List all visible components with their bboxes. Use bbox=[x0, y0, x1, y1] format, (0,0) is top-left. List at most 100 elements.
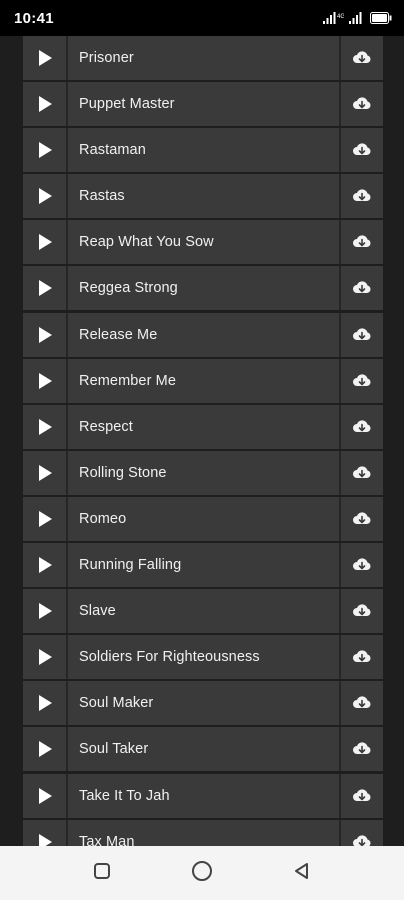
song-row[interactable]: Soul Maker bbox=[23, 681, 383, 726]
play-icon bbox=[37, 694, 53, 712]
download-button[interactable] bbox=[341, 220, 383, 264]
download-button[interactable] bbox=[341, 313, 383, 357]
play-icon bbox=[37, 141, 53, 159]
song-row[interactable]: Rastaman bbox=[23, 128, 383, 173]
play-icon bbox=[37, 464, 53, 482]
cloud-download-icon bbox=[352, 188, 372, 204]
recents-button[interactable] bbox=[52, 846, 152, 900]
cloud-download-icon bbox=[352, 511, 372, 527]
download-button[interactable] bbox=[341, 405, 383, 449]
play-button[interactable] bbox=[23, 496, 68, 541]
song-row[interactable]: Soldiers For Righteousness bbox=[23, 635, 383, 680]
play-button[interactable] bbox=[23, 773, 68, 818]
play-button[interactable] bbox=[23, 589, 68, 634]
song-title[interactable]: Soldiers For Righteousness bbox=[68, 635, 341, 680]
song-title[interactable]: Running Falling bbox=[68, 543, 341, 588]
play-icon bbox=[37, 648, 53, 666]
play-button[interactable] bbox=[23, 358, 68, 403]
cloud-download-icon bbox=[352, 373, 372, 389]
song-row[interactable]: Slave bbox=[23, 589, 383, 634]
cloud-download-icon bbox=[352, 96, 372, 112]
signal-icon bbox=[348, 11, 366, 25]
cloud-download-icon bbox=[352, 834, 372, 846]
svg-text:4G: 4G bbox=[337, 14, 344, 20]
song-row[interactable]: Romeo bbox=[23, 496, 383, 541]
download-button[interactable] bbox=[341, 820, 383, 846]
play-button[interactable] bbox=[23, 220, 68, 265]
download-button[interactable] bbox=[341, 589, 383, 633]
status-time: 10:41 bbox=[14, 9, 54, 27]
song-title[interactable]: Soul Maker bbox=[68, 681, 341, 726]
song-title[interactable]: Reap What You Sow bbox=[68, 220, 341, 265]
play-button[interactable] bbox=[23, 727, 68, 772]
play-button[interactable] bbox=[23, 635, 68, 680]
play-button[interactable] bbox=[23, 681, 68, 726]
download-button[interactable] bbox=[341, 497, 383, 541]
play-button[interactable] bbox=[23, 819, 68, 846]
song-row[interactable]: Respect bbox=[23, 404, 383, 449]
song-row[interactable]: Soul Taker bbox=[23, 727, 383, 772]
download-button[interactable] bbox=[341, 82, 383, 126]
song-title[interactable]: Release Me bbox=[68, 312, 341, 357]
song-row[interactable]: Reap What You Sow bbox=[23, 220, 383, 265]
play-icon bbox=[37, 602, 53, 620]
status-bar: 10:41 4G bbox=[0, 0, 404, 36]
song-row[interactable]: Rolling Stone bbox=[23, 450, 383, 495]
download-button[interactable] bbox=[341, 727, 383, 771]
play-button[interactable] bbox=[23, 82, 68, 127]
song-title[interactable]: Rastaman bbox=[68, 128, 341, 173]
back-button[interactable] bbox=[252, 846, 352, 900]
download-button[interactable] bbox=[341, 36, 383, 80]
song-row[interactable]: Rastas bbox=[23, 174, 383, 219]
play-button[interactable] bbox=[23, 266, 68, 311]
song-title[interactable]: Soul Taker bbox=[68, 727, 341, 772]
play-button[interactable] bbox=[23, 174, 68, 219]
play-button[interactable] bbox=[23, 543, 68, 588]
play-icon bbox=[37, 418, 53, 436]
home-circle-icon bbox=[191, 860, 213, 887]
song-title[interactable]: Romeo bbox=[68, 496, 341, 541]
play-button[interactable] bbox=[23, 128, 68, 173]
song-row[interactable]: Take It To Jah bbox=[23, 773, 383, 818]
home-button[interactable] bbox=[152, 846, 252, 900]
download-button[interactable] bbox=[341, 774, 383, 818]
cloud-download-icon bbox=[352, 419, 372, 435]
play-button[interactable] bbox=[23, 36, 68, 80]
song-row[interactable]: Tax Man bbox=[23, 819, 383, 846]
signal-icon: 4G bbox=[322, 11, 344, 25]
song-row[interactable]: Running Falling bbox=[23, 543, 383, 588]
cloud-download-icon bbox=[352, 50, 372, 66]
cloud-download-icon bbox=[352, 603, 372, 619]
song-list-area[interactable]: Prisoner Puppet Master Rastaman Rastas Reap … bbox=[0, 36, 404, 846]
download-button[interactable] bbox=[341, 174, 383, 218]
cloud-download-icon bbox=[352, 695, 372, 711]
song-title[interactable]: Rolling Stone bbox=[68, 450, 341, 495]
play-button[interactable] bbox=[23, 404, 68, 449]
play-button[interactable] bbox=[23, 450, 68, 495]
download-button[interactable] bbox=[341, 543, 383, 587]
play-button[interactable] bbox=[23, 312, 68, 357]
song-title[interactable]: Reggea Strong bbox=[68, 266, 341, 311]
song-row[interactable]: Puppet Master bbox=[23, 82, 383, 127]
song-row[interactable]: Release Me bbox=[23, 312, 383, 357]
download-button[interactable] bbox=[341, 266, 383, 310]
song-row[interactable]: Remember Me bbox=[23, 358, 383, 403]
song-title[interactable]: Take It To Jah bbox=[68, 773, 341, 818]
download-button[interactable] bbox=[341, 681, 383, 725]
song-title[interactable]: Tax Man bbox=[68, 819, 341, 846]
song-row[interactable]: Reggea Strong bbox=[23, 266, 383, 311]
download-button[interactable] bbox=[341, 635, 383, 679]
song-title[interactable]: Puppet Master bbox=[68, 82, 341, 127]
song-title[interactable]: Remember Me bbox=[68, 358, 341, 403]
download-button[interactable] bbox=[341, 359, 383, 403]
cloud-download-icon bbox=[352, 649, 372, 665]
download-button[interactable] bbox=[341, 451, 383, 495]
song-title[interactable]: Rastas bbox=[68, 174, 341, 219]
song-title[interactable]: Respect bbox=[68, 404, 341, 449]
play-icon bbox=[37, 95, 53, 113]
song-title[interactable]: Prisoner bbox=[68, 36, 341, 80]
cloud-download-icon bbox=[352, 234, 372, 250]
download-button[interactable] bbox=[341, 128, 383, 172]
song-row[interactable]: Prisoner bbox=[23, 36, 383, 80]
song-title[interactable]: Slave bbox=[68, 589, 341, 634]
